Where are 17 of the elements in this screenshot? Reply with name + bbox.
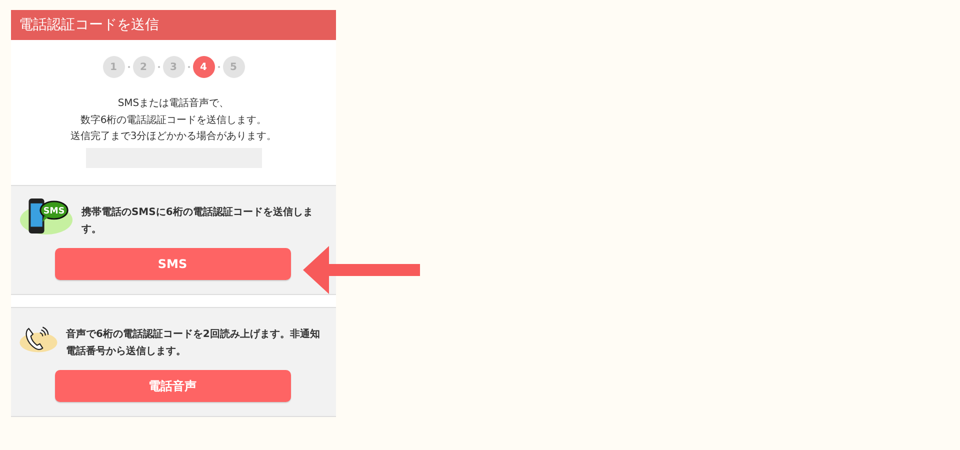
option-description: 音声で6桁の電話認証コードを2回読み上げます。非通知電話番号から送信します。 — [66, 327, 321, 358]
step-connector — [158, 66, 160, 68]
sms-button[interactable]: SMS — [54, 248, 290, 280]
intro-text: SMSまたは電話音声で、 — [116, 96, 230, 111]
voice-call-button[interactable]: 電話音声 — [54, 370, 290, 402]
step-number: 2 — [132, 56, 154, 78]
step-connector — [218, 66, 220, 68]
step-number: 5 — [222, 56, 244, 78]
page-title: 電話認証コードを送信 — [11, 10, 336, 40]
intro-text: 数字6桁の電話認証コードを送信します。 — [79, 114, 268, 128]
intro-text: 送信完了まで3分ほどかかる場合があります。 — [69, 130, 278, 144]
step-connector — [188, 66, 190, 68]
step-number: 3 — [162, 56, 184, 78]
step-number: 1 — [102, 56, 124, 78]
option-description: 携帯電話のSMSに6桁の電話認証コードを送信します。 — [81, 206, 314, 236]
step-number: 4 — [192, 56, 214, 78]
step-connector — [128, 66, 130, 68]
